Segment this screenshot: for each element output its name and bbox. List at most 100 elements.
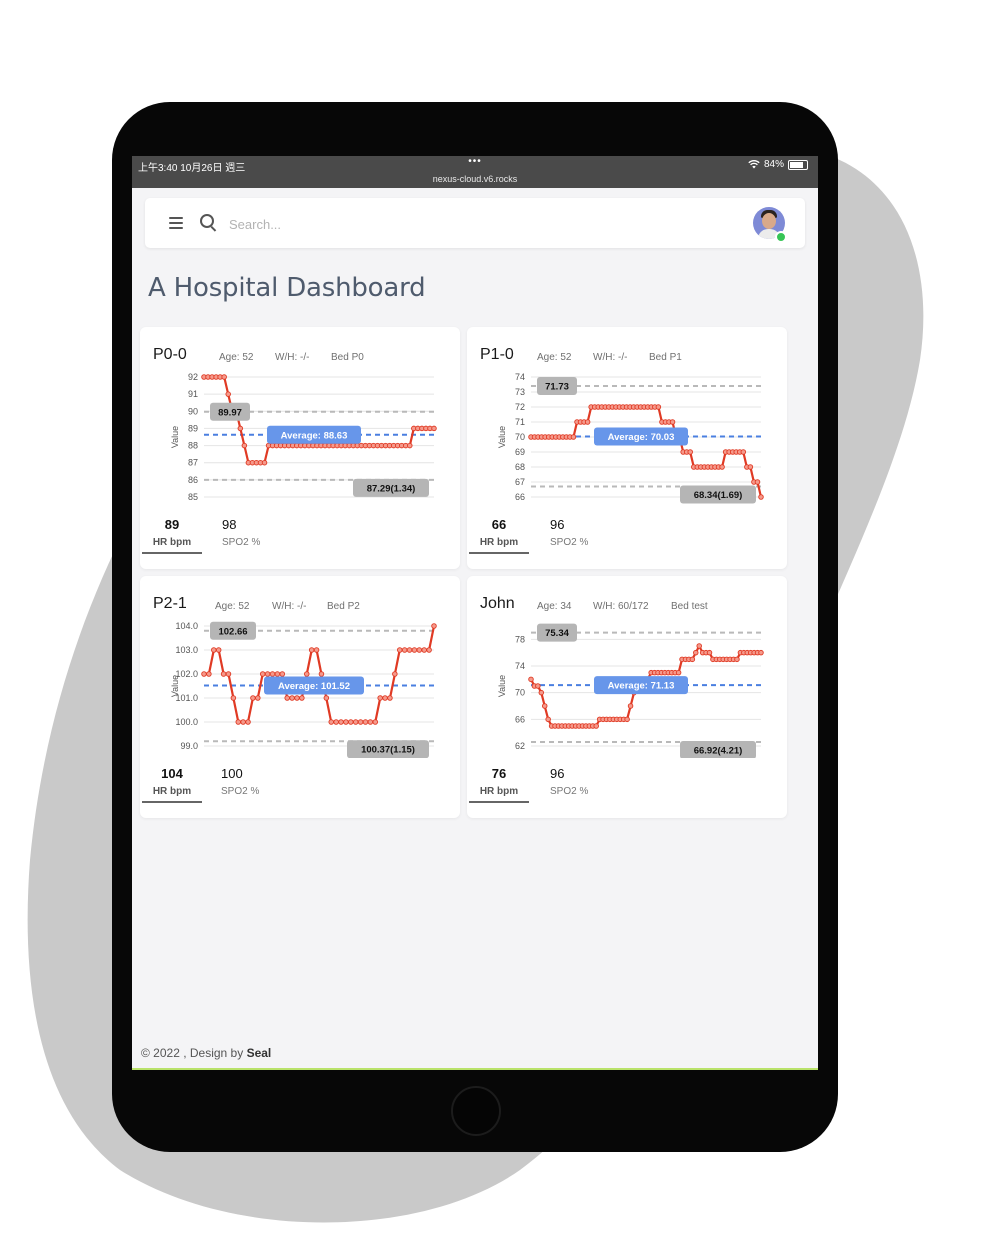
data-point xyxy=(299,695,305,701)
data-point xyxy=(241,442,248,449)
data-point xyxy=(426,647,432,653)
max-label: 102.66 xyxy=(218,626,247,637)
data-point xyxy=(372,719,379,725)
data-point xyxy=(225,391,231,397)
y-tick-label: 104.0 xyxy=(175,621,198,631)
data-point xyxy=(352,719,359,725)
vitals-chart: 104.0103.0102.0101.0100.099.0Value102.66… xyxy=(170,621,437,758)
data-point xyxy=(758,649,764,656)
data-point xyxy=(754,479,761,485)
patient-card[interactable]: P1-0 Age: 52 W/H: -/- Bed P1 74 73 72 71 70 6… xyxy=(467,327,787,569)
data-point xyxy=(624,716,630,723)
active-tab-indicator xyxy=(469,801,529,803)
y-axis-label: Value xyxy=(170,426,180,448)
online-status-icon xyxy=(775,231,787,243)
tab-hr[interactable]: HR bpm xyxy=(142,537,202,548)
patient-bed: Bed P0 xyxy=(331,352,364,363)
y-tick-label: 100.0 xyxy=(175,717,198,727)
data-point xyxy=(655,404,662,410)
patient-bed: Bed test xyxy=(671,601,708,612)
home-button[interactable] xyxy=(451,1086,501,1136)
patient-name: John xyxy=(480,595,515,612)
patient-name: P2-1 xyxy=(153,595,187,612)
patient-name: P1-0 xyxy=(480,346,514,363)
data-point xyxy=(348,719,354,725)
data-point xyxy=(411,647,418,653)
patient-name: P0-0 xyxy=(153,346,187,363)
data-point xyxy=(289,695,295,701)
vitals-chart: 74 73 72 71 70 69 68 67 66 Value 71.73 Average: 70.… xyxy=(497,372,764,504)
data-point xyxy=(328,719,334,725)
data-point xyxy=(269,671,276,677)
search-input[interactable] xyxy=(227,212,531,236)
y-tick-label: 66 xyxy=(515,714,525,724)
y-tick-label: 70 xyxy=(515,688,525,698)
page-title: A Hospital Dashboard xyxy=(148,273,426,303)
data-point xyxy=(304,671,310,677)
y-tick-label: 91 xyxy=(188,389,198,399)
y-tick-label: 74 xyxy=(515,661,525,671)
data-point xyxy=(235,719,242,725)
patient-card[interactable]: John Age: 34 W/H: 60/172 Bed test 78 74 70… xyxy=(467,576,787,818)
data-point xyxy=(406,647,413,653)
active-tab-indicator xyxy=(142,801,202,803)
average-label: Average: 70.03 xyxy=(608,432,675,443)
tab-spo2[interactable]: SPO2 % xyxy=(222,537,260,548)
tab-spo2[interactable]: SPO2 % xyxy=(221,786,259,797)
y-tick-label: 86 xyxy=(188,475,198,485)
screen: 上午3:40 10月26日 週三 ••• nexus-cloud.v6.rock… xyxy=(132,156,818,1070)
data-point xyxy=(416,647,423,653)
patient-card[interactable]: P2-1 Age: 52 W/H: -/- Bed P2 104.0 103.0 1… xyxy=(140,576,460,818)
data-point xyxy=(401,647,408,653)
data-point xyxy=(318,671,325,677)
y-tick-label: 66 xyxy=(515,492,525,502)
y-tick-label: 99.0 xyxy=(180,741,198,751)
wifi-icon xyxy=(748,160,760,169)
data-point xyxy=(392,671,398,677)
data-point xyxy=(206,671,212,677)
search-icon[interactable] xyxy=(200,214,214,228)
tab-hr[interactable]: HR bpm xyxy=(469,786,529,797)
data-point xyxy=(734,656,740,663)
data-point xyxy=(211,647,217,653)
data-point xyxy=(387,695,393,701)
data-point xyxy=(279,671,286,677)
status-dots: ••• xyxy=(468,156,482,167)
y-tick-label: 87 xyxy=(188,458,198,468)
average-label: Average: 88.63 xyxy=(281,430,348,441)
data-point xyxy=(245,719,251,725)
patient-age: Age: 52 xyxy=(219,352,254,363)
data-point xyxy=(593,723,599,729)
tab-spo2[interactable]: SPO2 % xyxy=(550,537,588,548)
patient-card[interactable]: P0-0 Age: 52 W/H: -/- Bed P0 92 91 90 89 88 8… xyxy=(140,327,460,569)
data-point xyxy=(357,719,364,725)
spo2-value: 98 xyxy=(222,517,237,532)
data-point xyxy=(264,671,271,677)
battery-percent: 84% xyxy=(763,159,784,170)
menu-icon[interactable] xyxy=(169,217,183,229)
y-tick-label: 90 xyxy=(188,406,198,416)
data-point xyxy=(535,683,541,689)
data-point xyxy=(669,419,676,425)
tab-hr[interactable]: HR bpm xyxy=(469,537,529,548)
data-point xyxy=(284,695,290,701)
y-tick-label: 78 xyxy=(515,634,525,644)
spo2-value: 100 xyxy=(221,766,243,781)
tab-spo2[interactable]: SPO2 % xyxy=(550,786,588,797)
footer-brand[interactable]: Seal xyxy=(247,1046,272,1060)
tab-hr[interactable]: HR bpm xyxy=(142,786,202,797)
data-point xyxy=(323,695,330,701)
max-label: 71.73 xyxy=(545,382,569,393)
data-point xyxy=(294,695,300,701)
data-point xyxy=(693,649,699,656)
data-point xyxy=(259,671,266,677)
y-tick-label: 62 xyxy=(515,741,525,751)
average-label: Average: 71.13 xyxy=(608,681,675,692)
data-point xyxy=(255,695,261,701)
data-point xyxy=(274,671,281,677)
data-point xyxy=(758,494,764,500)
data-point xyxy=(333,719,339,725)
data-point xyxy=(407,442,413,449)
data-point xyxy=(382,695,388,701)
y-tick-label: 92 xyxy=(188,372,198,382)
